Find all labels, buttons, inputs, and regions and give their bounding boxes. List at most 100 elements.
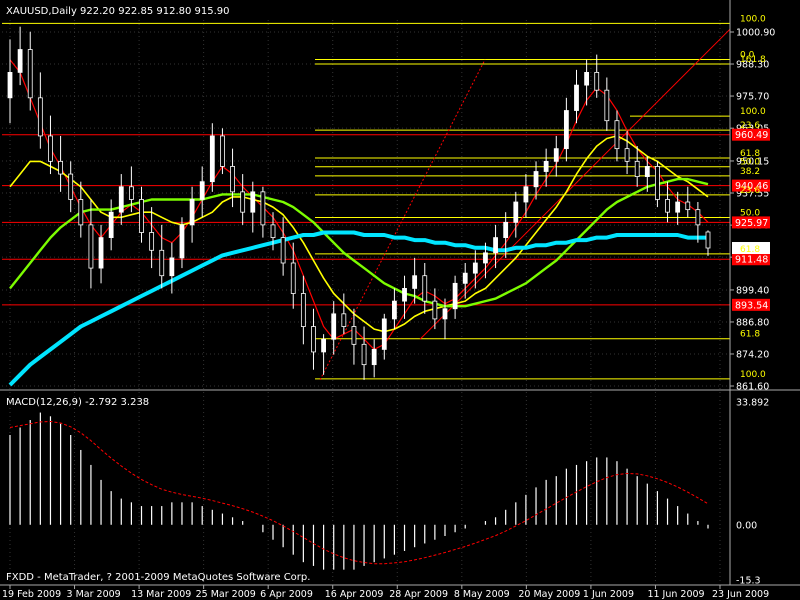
- fib-level-label: 50.0: [740, 209, 760, 219]
- candle-body: [402, 288, 407, 302]
- time-tick-label: 19 Feb 2009: [2, 589, 61, 600]
- macd-panel: [9, 412, 709, 570]
- time-tick-label: 25 Mar 2009: [196, 589, 256, 600]
- candle-body: [220, 135, 225, 167]
- fib-level-label: 61.8: [740, 245, 760, 255]
- candle-body: [351, 326, 357, 345]
- candle-body: [341, 313, 347, 327]
- candle-body: [563, 110, 569, 150]
- time-tick-label: 28 Apr 2009: [389, 589, 448, 600]
- macd-tick-label: 0.00: [736, 520, 757, 531]
- candlesticks: [7, 26, 711, 380]
- chart-canvas: 1000.90988.30975.70963.05950.15937.55924…: [0, 0, 800, 600]
- candle-body: [513, 201, 519, 223]
- candle-body: [483, 252, 488, 264]
- price-tag-label: 911.48: [735, 255, 768, 266]
- candle-body: [108, 211, 114, 238]
- candle-body: [290, 262, 296, 294]
- candle-body: [361, 343, 367, 366]
- candle-body: [695, 209, 701, 226]
- candle-body: [442, 308, 448, 320]
- fib-level-label: 100.0: [740, 370, 766, 380]
- ma-ma_slow: [9, 177, 709, 308]
- candle-body: [27, 49, 33, 99]
- fib-level-label: 61.8: [740, 330, 760, 340]
- candle-body: [270, 224, 276, 238]
- candle-body: [169, 257, 175, 277]
- price-tick-label: 886.80: [736, 317, 769, 328]
- candle-body: [260, 191, 266, 226]
- candle-body: [462, 272, 468, 284]
- price-tick-label: 899.40: [736, 285, 769, 296]
- candle-body: [179, 224, 185, 259]
- fib-level-label: 161.8: [740, 55, 766, 65]
- candle-body: [300, 293, 306, 327]
- candle-body: [503, 221, 509, 238]
- candle-body: [543, 160, 549, 172]
- candle-body: [189, 199, 195, 226]
- time-tick-label: 11 Jun 2009: [647, 589, 704, 600]
- trend-line: [419, 28, 731, 340]
- candle-body: [655, 166, 660, 200]
- candle-body: [685, 201, 691, 211]
- candle-body: [311, 326, 316, 353]
- ma-ma_long: [8, 230, 708, 387]
- candle-body: [624, 148, 630, 162]
- candle-body: [665, 199, 670, 213]
- candle-body: [139, 199, 144, 233]
- price-tag-label: 925.97: [735, 218, 768, 229]
- candle-body: [634, 160, 640, 177]
- candle-body: [149, 232, 155, 251]
- candle-body: [472, 262, 478, 274]
- price-tag-label: 960.49: [735, 130, 768, 141]
- candle-body: [614, 120, 620, 150]
- price-tick-label: 874.20: [736, 349, 769, 360]
- time-tick-label: 16 Apr 2009: [325, 589, 384, 600]
- price-tag-label: 893.54: [735, 300, 768, 311]
- time-tick-label: 13 Mar 2009: [131, 589, 191, 600]
- candle-body: [392, 300, 397, 320]
- fib-level-label: 23.6: [740, 186, 760, 196]
- candle-body: [523, 186, 529, 203]
- symbol-header: XAUUSD,Daily 922.20 922.85 912.80 915.90: [6, 6, 230, 17]
- candle-body: [230, 166, 235, 193]
- candle-body: [68, 173, 74, 200]
- candle-body: [574, 84, 579, 111]
- macd-tick-label: 33.892: [736, 398, 769, 409]
- candle-body: [98, 237, 104, 269]
- fib-level-label: 100.0: [740, 14, 766, 24]
- candle-body: [422, 275, 428, 302]
- fib-level-label: 23.6: [740, 121, 760, 131]
- candle-body: [432, 300, 438, 320]
- price-tick-label: 975.70: [736, 92, 769, 103]
- fib-level-label: 100.0: [740, 107, 766, 117]
- candle-body: [280, 237, 286, 264]
- candle-body: [533, 171, 539, 188]
- candle-body: [331, 313, 337, 340]
- trend-line: [319, 59, 486, 381]
- candle-body: [199, 181, 205, 200]
- candle-body: [240, 191, 246, 213]
- ma-ma_fast: [9, 59, 709, 350]
- time-tick-label: 8 May 2009: [454, 589, 510, 600]
- price-tick-label: 1000.90: [736, 28, 775, 39]
- macd-signal-line: [9, 420, 709, 565]
- candle-body: [37, 97, 43, 137]
- candle-body: [250, 191, 256, 213]
- candle-body: [321, 338, 326, 353]
- candle-body: [58, 160, 63, 175]
- candle-body: [128, 186, 134, 200]
- candle-body: [159, 249, 165, 277]
- time-tick-label: 3 Mar 2009: [67, 589, 121, 600]
- candle-body: [675, 201, 681, 213]
- candle-body: [604, 89, 610, 122]
- candle-body: [644, 166, 650, 177]
- candle-body: [412, 275, 418, 289]
- macd-header: MACD(12,26,9) -2.792 3.238: [6, 397, 149, 408]
- time-axis: 19 Feb 2009 3 Mar 2009 13 Mar 2009 25 Mar 2…: [2, 585, 769, 600]
- candle-body: [381, 318, 387, 350]
- candle-body: [88, 224, 94, 269]
- candle-body: [493, 237, 498, 254]
- candle-body: [17, 49, 23, 73]
- fib-level-label: 38.2: [740, 167, 760, 177]
